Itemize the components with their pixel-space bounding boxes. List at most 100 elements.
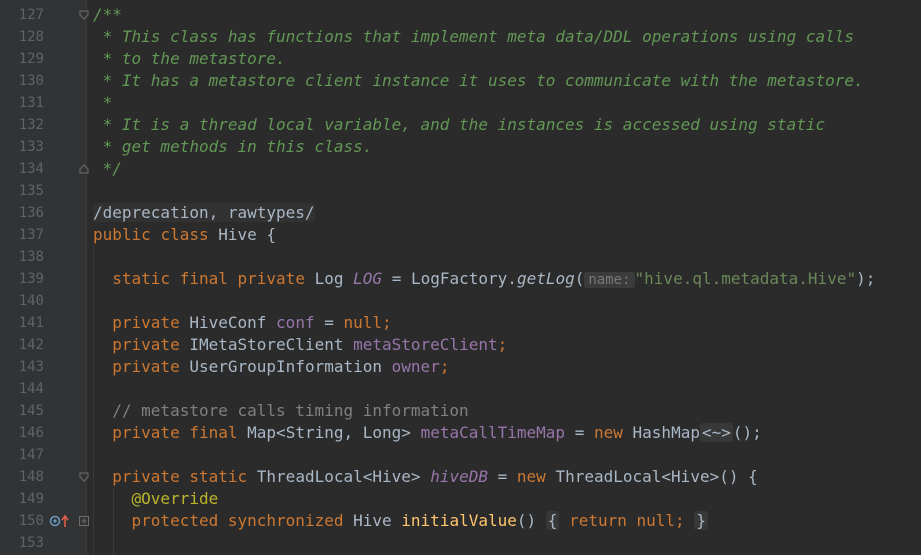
type: UserGroupInformation <box>189 357 382 376</box>
code-line-146: private final Map<String, Long> metaCall… <box>93 422 762 444</box>
field: metaCallTimeMap <box>420 423 566 442</box>
code-line-149: @Override <box>93 488 219 510</box>
line-number: 143 <box>18 359 44 375</box>
keyword: private <box>112 467 180 486</box>
line-number: 137 <box>18 227 44 243</box>
line-number: 141 <box>18 315 44 331</box>
doc-comment: * It is a thread local variable, and the… <box>93 115 826 134</box>
code-editor[interactable]: 127 128 129 130 131 132 133 134 135 136 … <box>0 0 921 555</box>
fold-marker-icon[interactable] <box>79 516 89 526</box>
line-number: 148 <box>18 469 44 485</box>
line-number: 150 <box>18 513 44 529</box>
doc-comment: * get methods in this class. <box>93 137 373 156</box>
code-line-145: // metastore calls timing information <box>93 400 469 422</box>
keyword: private <box>112 357 180 376</box>
keyword: private <box>112 335 180 354</box>
code-line-139: static final private Log LOG = LogFactor… <box>93 268 875 290</box>
keyword: private <box>112 423 180 442</box>
keyword: private <box>237 269 305 288</box>
code-line-132: * It is a thread local variable, and the… <box>93 114 825 136</box>
type: IMetaStoreClient <box>189 335 344 354</box>
fold-marker-icon[interactable] <box>79 472 89 482</box>
keyword: static <box>189 467 248 486</box>
override-marker-icon[interactable] <box>48 514 62 528</box>
fold-marker-icon[interactable] <box>79 10 89 20</box>
line-number: 149 <box>18 491 44 507</box>
operator: = <box>324 313 334 332</box>
paren: ); <box>856 269 876 288</box>
keyword: null <box>636 511 676 530</box>
anon-class-open: () { <box>719 467 758 486</box>
type: ThreadLocal<Hive> <box>256 467 421 486</box>
keyword: return <box>569 511 627 530</box>
code-line-142: private IMetaStoreClient metaStoreClient… <box>93 334 507 356</box>
call-end: (); <box>732 423 762 442</box>
line-number: 145 <box>18 403 44 419</box>
static-field: LOG <box>353 269 383 288</box>
paren: ( <box>574 269 585 288</box>
type: ThreadLocal<Hive> <box>555 467 720 486</box>
code-line-136: /deprecation, rawtypes/ <box>93 202 315 224</box>
suppression-text: /deprecation, rawtypes/ <box>93 203 315 222</box>
line-number: 140 <box>18 293 44 309</box>
parameter-hint: name: <box>584 272 635 288</box>
doc-comment: * This class has functions that implemen… <box>93 27 854 46</box>
code-line-137: public class Hive { <box>93 224 276 246</box>
code-line-129: * to the metastore. <box>93 48 286 70</box>
code-line-143: private UserGroupInformation owner; <box>93 356 449 378</box>
semicolon: ; <box>497 335 508 354</box>
static-field: hiveDB <box>430 467 488 486</box>
keyword: synchronized <box>227 511 344 530</box>
type: HiveConf <box>189 313 267 332</box>
keyword: public <box>93 225 151 244</box>
semicolon: ; <box>382 313 392 332</box>
line-comment: // metastore calls timing information <box>112 401 469 420</box>
operator: = <box>574 423 585 442</box>
line-number: 146 <box>18 425 44 441</box>
code-area[interactable]: /** * This class has functions that impl… <box>93 0 921 555</box>
parens: () <box>516 511 537 530</box>
diamond-fold[interactable]: <~> <box>699 423 733 442</box>
line-number: 128 <box>18 29 44 45</box>
keyword: final <box>189 423 238 442</box>
type: Map<String, Long> <box>247 423 411 442</box>
code-line-130: * It has a metastore client instance it … <box>93 70 864 92</box>
line-number: 130 <box>18 73 44 89</box>
line-number: 134 <box>18 161 44 177</box>
keyword: private <box>112 313 180 332</box>
line-number: 131 <box>18 95 44 111</box>
line-number: 147 <box>18 447 44 463</box>
string-literal: "hive.ql.metadata.Hive" <box>634 269 857 288</box>
implements-arrow-icon[interactable] <box>61 514 69 528</box>
line-number: 138 <box>18 249 44 265</box>
type: Log <box>314 269 344 288</box>
semicolon: ; <box>675 511 685 530</box>
code-line-133: * get methods in this class. <box>93 136 373 158</box>
line-number: 144 <box>18 381 44 397</box>
line-number: 127 <box>18 7 44 23</box>
brace: { <box>266 225 277 244</box>
keyword: null <box>343 313 383 332</box>
class-ref: LogFactory. <box>410 269 517 288</box>
field: metaStoreClient <box>353 335 498 354</box>
doc-comment: /** <box>93 5 122 24</box>
code-line-127: /** <box>93 4 122 26</box>
folded-brace[interactable]: } <box>694 511 708 530</box>
operator: = <box>497 467 508 486</box>
fold-marker-icon[interactable] <box>79 164 89 174</box>
doc-comment: * <box>93 93 113 112</box>
line-number: 142 <box>18 337 44 353</box>
line-number: 133 <box>18 139 44 155</box>
line-number: 139 <box>18 271 44 287</box>
semicolon: ; <box>439 357 450 376</box>
keyword: static <box>112 269 171 288</box>
type: HashMap <box>632 423 700 442</box>
method-name: initialValue <box>401 511 517 530</box>
keyword: final <box>179 269 228 288</box>
code-line-148: private static ThreadLocal<Hive> hiveDB … <box>93 466 758 488</box>
doc-comment: */ <box>93 159 122 178</box>
doc-comment: * to the metastore. <box>93 49 286 68</box>
code-line-141: private HiveConf conf = null; <box>93 312 392 334</box>
line-number-gutter: 127 128 129 130 131 132 133 134 135 136 … <box>0 0 89 555</box>
folded-brace[interactable]: { <box>545 511 560 530</box>
